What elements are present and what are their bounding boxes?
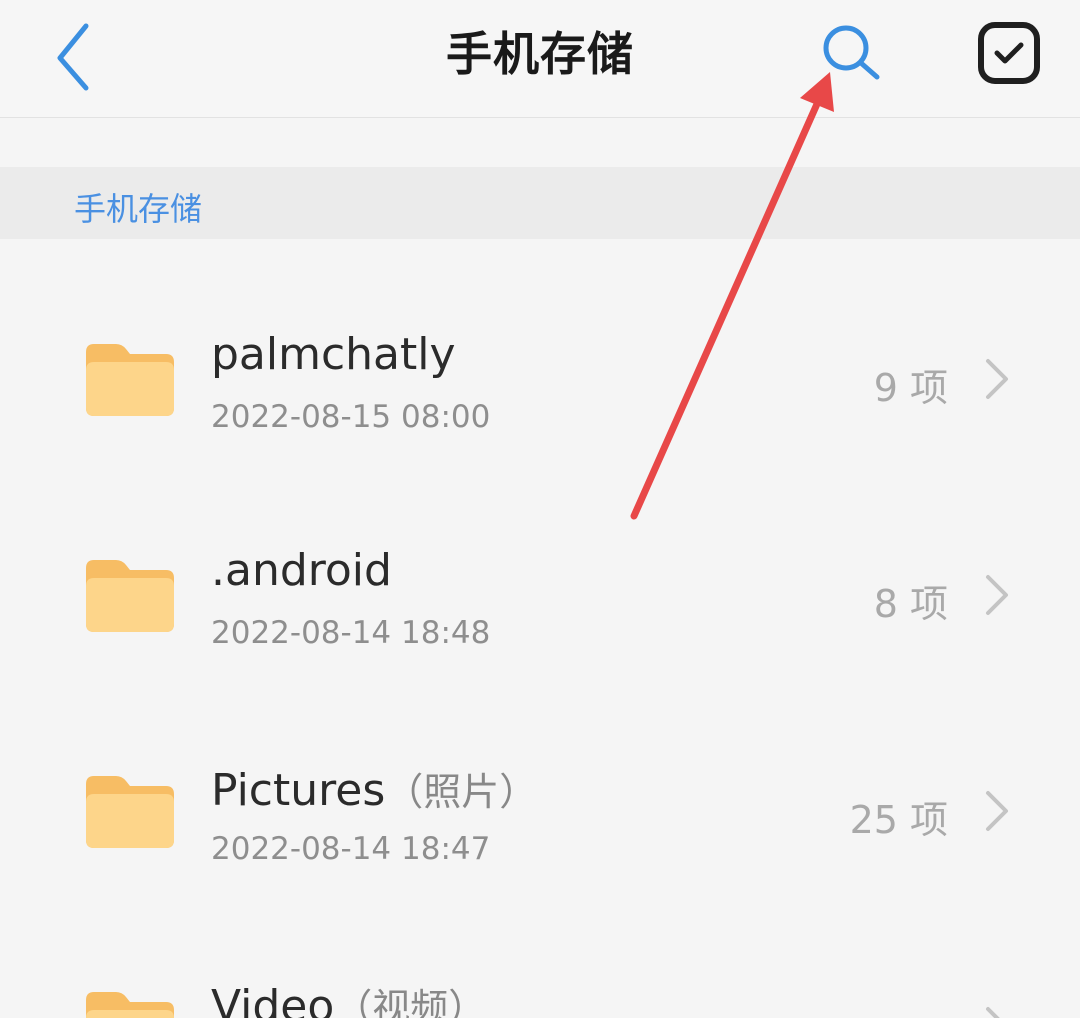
item-count: 9 项 bbox=[873, 366, 948, 410]
multi-select-button[interactable] bbox=[972, 18, 1044, 90]
file-date: 2022-08-15 08:00 bbox=[211, 399, 491, 435]
file-name: Pictures（照片） bbox=[211, 765, 538, 816]
folder-icon bbox=[86, 776, 174, 848]
checkbox-icon bbox=[978, 22, 1040, 84]
chevron-right-icon bbox=[986, 791, 1008, 831]
file-name: Video（视频） bbox=[211, 977, 486, 1018]
folder-icon bbox=[86, 344, 174, 416]
breadcrumb-item-phone-storage[interactable]: 手机存储 bbox=[74, 184, 202, 230]
list-item[interactable]: Video（视频） bbox=[0, 887, 1080, 1018]
list-item[interactable]: .android 2022-08-14 18:48 8 项 bbox=[0, 455, 1080, 671]
file-name-translation: （照片） bbox=[385, 770, 538, 814]
chevron-right-icon bbox=[986, 359, 1008, 399]
search-button[interactable] bbox=[815, 18, 887, 90]
folder-icon bbox=[86, 992, 174, 1018]
chevron-right-icon bbox=[986, 575, 1008, 615]
list-item[interactable]: Pictures（照片） 2022-08-14 18:47 25 项 bbox=[0, 671, 1080, 887]
file-date: 2022-08-14 18:47 bbox=[211, 831, 491, 867]
breadcrumb: 手机存储 bbox=[0, 167, 1080, 239]
top-app-bar: 手机存储 bbox=[0, 0, 1080, 118]
file-name: .android bbox=[211, 545, 392, 596]
chevron-right-icon bbox=[986, 1007, 1000, 1018]
file-name-translation: （视频） bbox=[334, 986, 487, 1018]
file-date: 2022-08-14 18:48 bbox=[211, 615, 491, 651]
item-count: 8 项 bbox=[873, 582, 948, 626]
folder-icon bbox=[86, 560, 174, 632]
list-item[interactable]: palmchatly 2022-08-15 08:00 9 项 bbox=[0, 239, 1080, 455]
search-icon bbox=[823, 25, 880, 80]
item-count: 25 项 bbox=[849, 798, 948, 842]
file-name: palmchatly bbox=[211, 329, 456, 380]
page-title: 手机存储 bbox=[446, 27, 634, 81]
